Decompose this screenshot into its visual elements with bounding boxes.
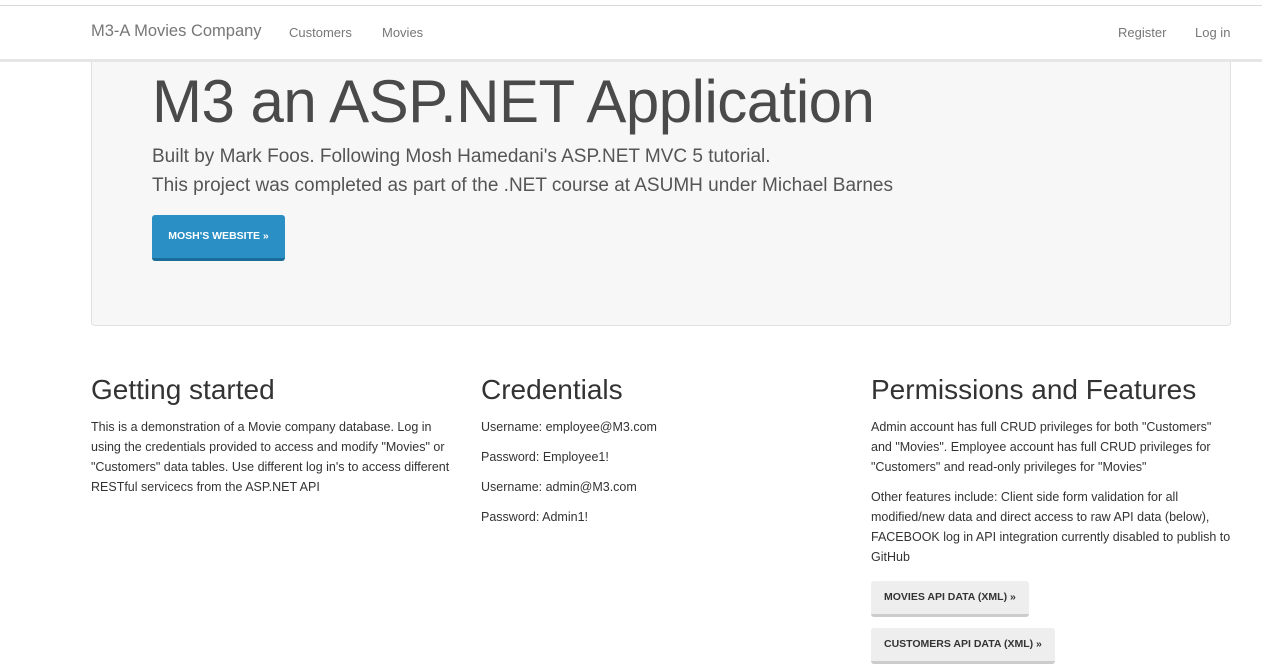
moshs-website-button[interactable]: Mosh's Website »	[152, 215, 285, 261]
getting-started-text: This is a demonstration of a Movie compa…	[91, 420, 450, 494]
lead-line-2: This project was completed as part of th…	[152, 175, 893, 196]
navbar: M3-A Movies Company Customers Movies Reg…	[0, 7, 1262, 62]
nav-movies-link[interactable]: Movies	[382, 25, 423, 40]
nav-customers-link[interactable]: Customers	[289, 25, 352, 40]
credentials-column: Credentials Username: employee@M3.com Pa…	[481, 374, 851, 527]
customers-api-button[interactable]: Customers API Data (XML) »	[871, 628, 1055, 664]
register-link[interactable]: Register	[1118, 25, 1166, 40]
credential-employee-password: Password: Employee1!	[481, 450, 609, 464]
credential-admin-username: Username: admin@M3.com	[481, 480, 637, 494]
permissions-column: Permissions and Features Admin account h…	[871, 374, 1235, 664]
features-text: Other features include: Client side form…	[871, 490, 1231, 564]
brand-link[interactable]: M3-A Movies Company	[91, 22, 262, 41]
getting-started-column: Getting started This is a demonstration …	[91, 374, 461, 497]
credential-employee-username: Username: employee@M3.com	[481, 420, 657, 434]
lead-line-1: Built by Mark Foos. Following Mosh Hamed…	[152, 146, 771, 167]
credentials-heading: Credentials	[481, 374, 623, 405]
browser-top-strip	[0, 0, 1262, 7]
permissions-heading: Permissions and Features	[871, 374, 1197, 405]
movies-api-button[interactable]: Movies API Data (XML) »	[871, 581, 1029, 617]
getting-started-heading: Getting started	[91, 374, 275, 405]
top-divider	[0, 0, 1262, 6]
login-link[interactable]: Log in	[1195, 25, 1230, 40]
page-title: M3 an ASP.NET Application	[152, 68, 875, 135]
jumbotron: M3 an ASP.NET Application Built by Mark …	[91, 62, 1231, 326]
permissions-text: Admin account has full CRUD privileges f…	[871, 420, 1212, 474]
credential-admin-password: Password: Admin1!	[481, 510, 588, 524]
